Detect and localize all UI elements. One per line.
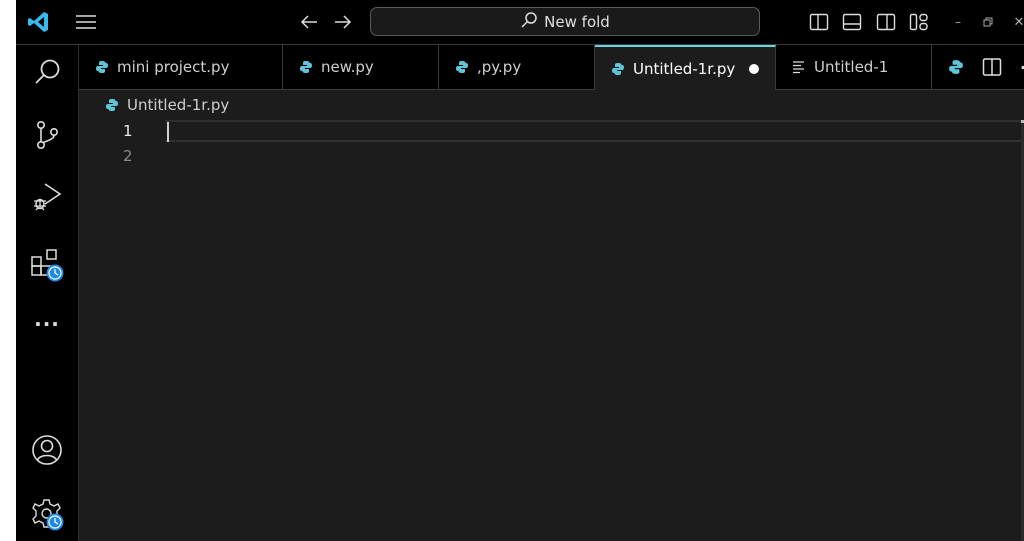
tab-label: ,py.py bbox=[477, 58, 522, 76]
python-icon bbox=[455, 60, 469, 74]
breadcrumb[interactable]: Untitled-1r.py bbox=[105, 96, 229, 114]
tab-label: Untitled-1 bbox=[814, 58, 889, 76]
tab-untitled-1r-py[interactable]: Untitled-1r.py bbox=[595, 45, 776, 90]
customize-layout-icon[interactable] bbox=[909, 12, 929, 32]
vscode-window: New fold – ✕ ··· mini project.py new.py … bbox=[16, 0, 1024, 541]
editor-area[interactable]: Untitled-1r.py 1 2 bbox=[79, 90, 1024, 541]
toggle-primary-sidebar-icon[interactable] bbox=[809, 12, 829, 32]
toggle-panel-icon[interactable] bbox=[842, 12, 862, 32]
search-text: New fold bbox=[544, 12, 610, 31]
breadcrumb-file[interactable]: Untitled-1r.py bbox=[127, 96, 229, 114]
text-cursor bbox=[167, 122, 169, 142]
activity-bar: ··· bbox=[16, 45, 79, 541]
minimize-icon[interactable]: – bbox=[950, 12, 966, 32]
restore-icon[interactable] bbox=[980, 12, 996, 32]
tab-py-py[interactable]: ,py.py bbox=[439, 45, 595, 89]
tab-mini-project[interactable]: mini project.py bbox=[79, 45, 283, 89]
tab-label: mini project.py bbox=[117, 58, 230, 76]
hamburger-menu-icon[interactable] bbox=[74, 12, 98, 32]
account-icon bbox=[31, 434, 63, 470]
tab-label: new.py bbox=[321, 58, 374, 76]
python-icon bbox=[95, 60, 109, 74]
arrow-left-icon[interactable] bbox=[298, 12, 320, 32]
activity-source-control[interactable] bbox=[30, 120, 64, 154]
run-python-file-icon[interactable] bbox=[948, 59, 964, 75]
python-icon bbox=[611, 62, 625, 76]
current-line-highlight bbox=[165, 120, 1024, 142]
tab-untitled-1[interactable]: Untitled-1 bbox=[776, 45, 932, 89]
text-file-icon bbox=[792, 60, 806, 74]
line-number: 2 bbox=[123, 147, 133, 165]
more-icon: ··· bbox=[34, 312, 60, 336]
activity-manage[interactable] bbox=[30, 497, 64, 531]
unsaved-dot-icon[interactable] bbox=[749, 63, 760, 74]
clock-badge-icon bbox=[46, 513, 64, 535]
toggle-secondary-sidebar-icon[interactable] bbox=[876, 12, 896, 32]
title-bar: New fold – ✕ bbox=[16, 0, 1024, 45]
tab-label: Untitled-1r.py bbox=[633, 59, 736, 78]
tab-new-py[interactable]: new.py bbox=[283, 45, 439, 89]
extensions-icon bbox=[30, 248, 64, 282]
run-debug-icon bbox=[31, 181, 63, 217]
search-icon bbox=[520, 11, 538, 33]
activity-accounts[interactable] bbox=[30, 435, 64, 469]
python-icon bbox=[299, 60, 313, 74]
editor-tab-bar: mini project.py new.py ,py.py Untitled-1… bbox=[79, 45, 1024, 90]
python-icon bbox=[105, 98, 119, 112]
command-center-search[interactable]: New fold bbox=[370, 7, 760, 36]
source-control-icon bbox=[32, 120, 62, 154]
gear-icon bbox=[30, 497, 64, 531]
editor-actions: ··· bbox=[932, 45, 1024, 89]
close-icon[interactable]: ✕ bbox=[1012, 12, 1024, 32]
arrow-right-icon[interactable] bbox=[332, 12, 354, 32]
activity-run-debug[interactable] bbox=[30, 182, 64, 216]
activity-more[interactable]: ··· bbox=[30, 307, 64, 341]
search-icon bbox=[32, 57, 62, 91]
clock-badge-icon bbox=[46, 264, 64, 286]
activity-extensions[interactable] bbox=[30, 248, 64, 282]
split-editor-icon[interactable] bbox=[982, 57, 1002, 77]
more-actions-icon[interactable]: ··· bbox=[1020, 58, 1024, 77]
vscode-logo-icon bbox=[26, 9, 52, 35]
activity-search[interactable] bbox=[30, 57, 64, 91]
line-number: 1 bbox=[123, 122, 133, 140]
